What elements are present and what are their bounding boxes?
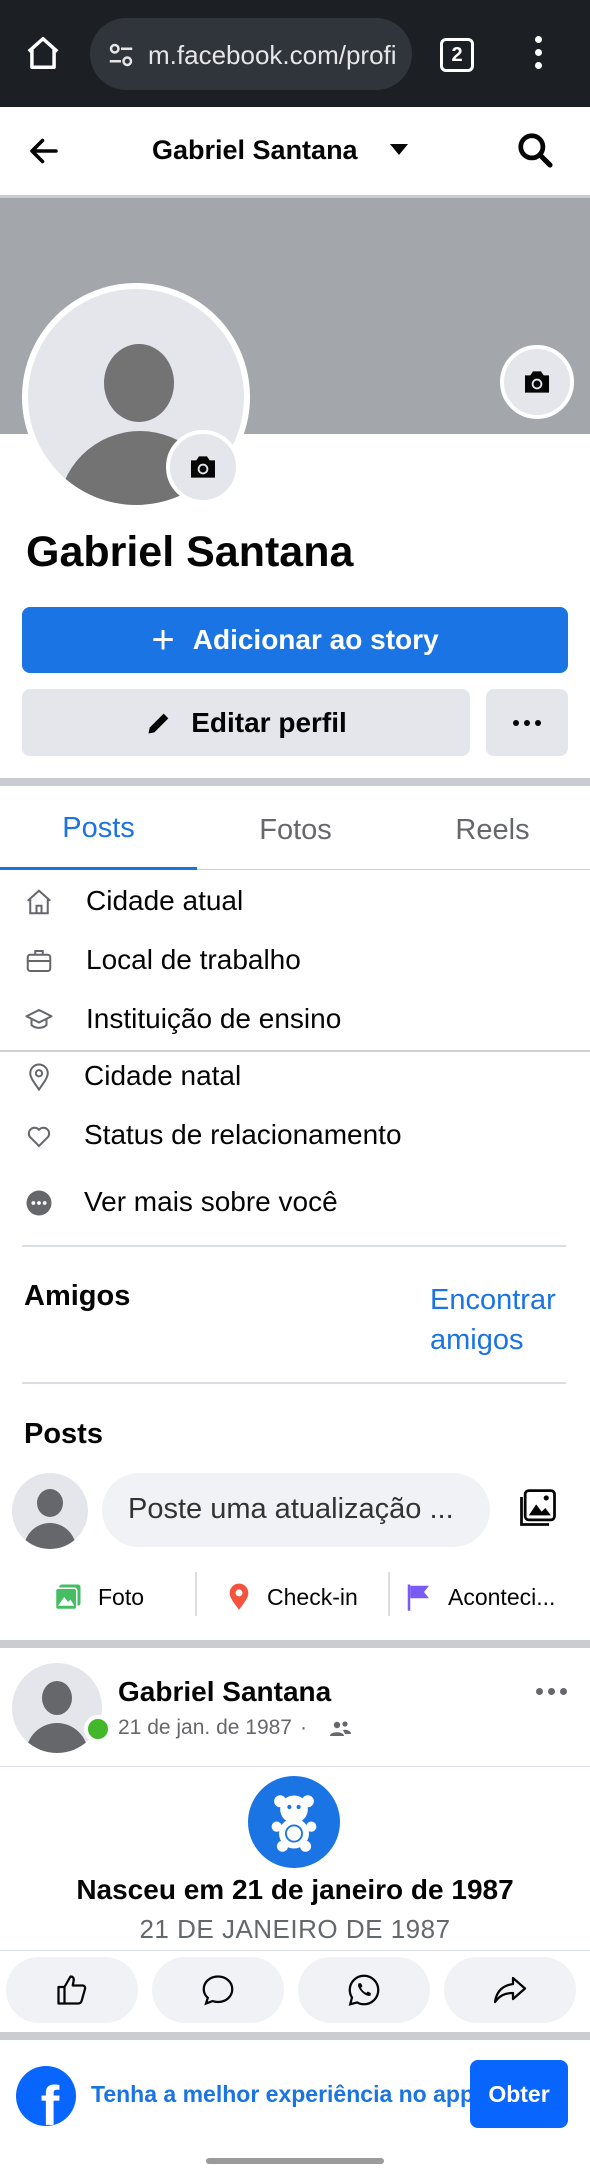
home-icon	[22, 885, 56, 919]
action-photo[interactable]: Foto	[52, 1572, 144, 1622]
tab-fotos[interactable]: Fotos	[197, 790, 394, 870]
post-meta: 21 de jan. de 1987 ·	[118, 1716, 315, 1740]
comment-icon	[202, 1975, 234, 2006]
meta-separator: ·	[300, 1716, 307, 1739]
tab-posts[interactable]: Posts	[0, 790, 197, 870]
flag-icon	[407, 1584, 429, 1611]
info-school[interactable]: Instituição de ensino	[0, 990, 590, 1048]
section-divider	[0, 1640, 590, 1648]
cover-camera-button[interactable]	[500, 345, 574, 419]
action-separator	[388, 1572, 390, 1616]
action-label: Check-in	[267, 1583, 358, 1610]
heart-icon	[22, 1119, 56, 1153]
info-label: Cidade natal	[84, 1060, 242, 1091]
location-pin-icon	[229, 1583, 249, 1610]
status-composer-input[interactable]: Poste uma atualização ...	[102, 1473, 490, 1547]
action-label: Foto	[98, 1583, 145, 1610]
post-options-icon[interactable]	[536, 1688, 567, 1695]
share-button[interactable]	[444, 1957, 576, 2023]
info-label: Local de trabalho	[86, 944, 301, 975]
separator	[22, 1245, 566, 1247]
back-arrow-icon[interactable]	[22, 129, 66, 173]
info-relationship[interactable]: Status de relacionamento	[0, 1106, 590, 1164]
comment-button[interactable]	[152, 1957, 284, 2023]
online-status-dot	[84, 1715, 112, 1743]
section-divider	[0, 778, 590, 786]
add-story-label: Adicionar ao story	[192, 624, 439, 655]
posts-section-title: Posts	[24, 1418, 103, 1450]
life-event-title: Nasceu em 21 de janeiro de 1987	[76, 1874, 514, 1905]
plus-icon: +	[151, 618, 175, 662]
facebook-logo-icon: f	[16, 2066, 76, 2126]
post-divider	[0, 1766, 590, 1767]
url-text: m.facebook.com/profile	[148, 40, 398, 70]
search-icon[interactable]	[512, 127, 558, 173]
address-bar[interactable]: m.facebook.com/profile	[90, 18, 412, 90]
action-check-in[interactable]: Check-in	[225, 1572, 358, 1622]
location-pin-icon	[22, 1060, 56, 1094]
info-see-more[interactable]: Ver mais sobre você	[0, 1173, 590, 1231]
separator	[22, 1382, 566, 1384]
tab-switcher-button[interactable]: 2	[440, 38, 474, 72]
info-label: Status de relacionamento	[84, 1119, 402, 1150]
friends-icon	[328, 1719, 352, 1744]
more-dots-icon	[22, 1186, 56, 1220]
find-friends-link[interactable]: Encontrar amigos	[430, 1280, 570, 1360]
action-label: Aconteci...	[448, 1583, 556, 1610]
edit-profile-label: Editar perfil	[191, 706, 347, 738]
life-event-date: 21 DE JANEIRO DE 1987	[139, 1914, 451, 1944]
info-current-city[interactable]: Cidade atual	[0, 872, 590, 930]
caret-down-icon[interactable]	[390, 144, 408, 155]
section-divider	[0, 2032, 590, 2040]
more-options-button[interactable]	[486, 689, 568, 756]
like-button[interactable]	[6, 1957, 138, 2023]
post-author-name[interactable]: Gabriel Santana	[118, 1676, 331, 1708]
briefcase-icon	[22, 944, 56, 978]
info-label: Instituição de ensino	[86, 1003, 342, 1034]
info-hometown[interactable]: Cidade natal	[0, 1047, 590, 1105]
whatsapp-icon	[348, 1974, 380, 2006]
home-indicator[interactable]	[206, 2158, 384, 2164]
like-icon	[57, 1975, 87, 2005]
info-workplace[interactable]: Local de trabalho	[0, 931, 590, 989]
profile-name: Gabriel Santana	[26, 528, 354, 576]
action-life-event[interactable]: Aconteci...	[404, 1572, 555, 1622]
share-icon	[493, 1976, 527, 2004]
teddy-bear-icon	[248, 1776, 340, 1868]
site-settings-icon[interactable]	[106, 40, 136, 70]
action-separator	[195, 1572, 197, 1616]
graduation-cap-icon	[22, 1003, 56, 1037]
photo-icon	[54, 1584, 81, 1611]
info-label: Ver mais sobre você	[84, 1186, 338, 1217]
header-title[interactable]: Gabriel Santana	[152, 135, 358, 166]
post-date[interactable]: 21 de jan. de 1987	[118, 1716, 292, 1740]
camera-icon	[525, 371, 549, 393]
profile-tabs: Posts Fotos Reels	[0, 790, 590, 870]
pencil-icon	[148, 713, 169, 733]
composer-placeholder: Poste uma atualização ...	[128, 1493, 454, 1525]
info-label: Cidade atual	[86, 885, 244, 916]
composer-avatar[interactable]	[12, 1473, 88, 1549]
add-to-story-button[interactable]: + Adicionar ao story	[22, 607, 568, 673]
avatar-camera-button[interactable]	[166, 430, 240, 504]
photo-gallery-icon[interactable]	[514, 1484, 562, 1532]
profile-header: Gabriel Santana	[0, 107, 590, 195]
tab-reels[interactable]: Reels	[394, 790, 590, 870]
whatsapp-button[interactable]	[298, 1957, 430, 2023]
camera-icon	[191, 456, 215, 478]
get-app-button[interactable]: Obter	[470, 2060, 568, 2128]
edit-profile-button[interactable]: Editar perfil	[22, 689, 470, 756]
app-banner-text[interactable]: Tenha a melhor experiência no app	[91, 2081, 474, 2108]
friends-title: Amigos	[24, 1280, 131, 1312]
browser-home-icon[interactable]	[20, 30, 66, 76]
browser-menu-icon[interactable]	[535, 36, 545, 76]
